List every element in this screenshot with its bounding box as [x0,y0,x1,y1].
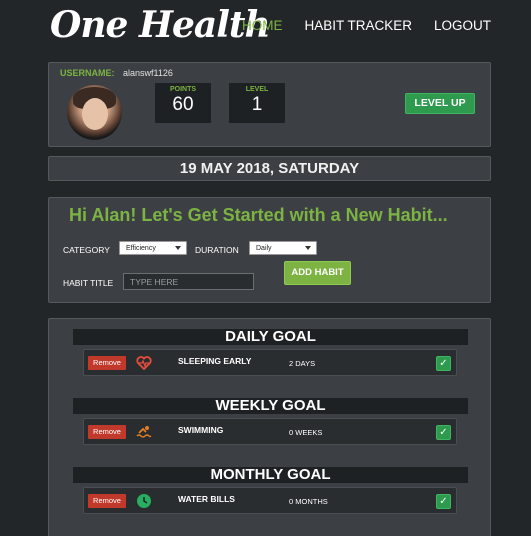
category-select[interactable]: Efficiency [119,241,187,255]
chevron-down-icon [175,246,181,250]
level-box: LEVEL 1 [229,83,285,123]
add-habit-button[interactable]: ADD HABIT [284,261,351,285]
points-box: POINTS 60 [155,83,211,123]
level-value: 1 [251,94,263,115]
complete-checkbox[interactable]: ✓ [436,494,451,509]
habit-count: 0 MONTHS [289,497,328,506]
complete-checkbox[interactable]: ✓ [436,356,451,371]
habit-title: WATER BILLS [178,494,235,504]
list-item: Remove WATER BILLS 0 MONTHS ✓ [83,487,457,514]
list-item: Remove SWIMMING 0 WEEKS ✓ [83,418,457,445]
remove-button[interactable]: Remove [88,494,126,508]
swimmer-icon [136,426,152,438]
habit-title: SWIMMING [178,425,224,435]
form-title: Hi Alan! Let's Get Started with a New Ha… [69,205,448,225]
points-value: 60 [172,94,194,115]
monthly-goal-heading: MONTHLY GOAL [73,467,468,483]
date-display: 19 MAY 2018, SATURDAY [48,156,491,181]
remove-button[interactable]: Remove [88,425,126,439]
profile-panel: USERNAME: alanswf1126 POINTS 60 LEVEL 1 … [48,62,491,147]
daily-goal-heading: DAILY GOAL [73,329,468,345]
heartbeat-icon [136,356,152,371]
nav-logout[interactable]: LOGOUT [434,18,491,33]
habit-count: 0 WEEKS [289,428,323,437]
username-value: alanswf1126 [123,68,173,78]
clock-icon [137,494,151,508]
main-nav: HOME HABIT TRACKER LOGOUT [242,18,491,33]
weekly-goal-heading: WEEKLY GOAL [73,398,468,414]
new-habit-form: Hi Alan! Let's Get Started with a New Ha… [48,197,491,303]
app-logo[interactable]: One Health [50,4,271,46]
habit-title: SLEEPING EARLY [178,356,252,366]
habit-title-label: HABIT TITLE [63,278,114,288]
duration-select[interactable]: Daily [249,241,317,255]
level-up-button[interactable]: LEVEL UP [405,93,475,114]
list-item: Remove SLEEPING EARLY 2 DAYS ✓ [83,349,457,376]
remove-button[interactable]: Remove [88,356,126,370]
nav-home[interactable]: HOME [242,18,283,33]
habit-title-input[interactable] [123,273,254,290]
chevron-down-icon [305,246,311,250]
goals-panel: DAILY GOAL Remove SLEEPING EARLY 2 DAYS … [48,318,491,536]
category-label: CATEGORY [63,245,110,255]
duration-value: Daily [256,245,272,252]
duration-label: DURATION [195,245,239,255]
nav-habit-tracker[interactable]: HABIT TRACKER [304,18,412,33]
habit-count: 2 DAYS [289,359,316,368]
header: One Health HOME HABIT TRACKER LOGOUT [0,0,531,58]
complete-checkbox[interactable]: ✓ [436,425,451,440]
avatar [67,85,122,140]
username-label: USERNAME: [60,68,115,78]
level-label: LEVEL [245,86,269,93]
points-label: POINTS [169,86,197,93]
category-value: Efficiency [126,245,156,252]
